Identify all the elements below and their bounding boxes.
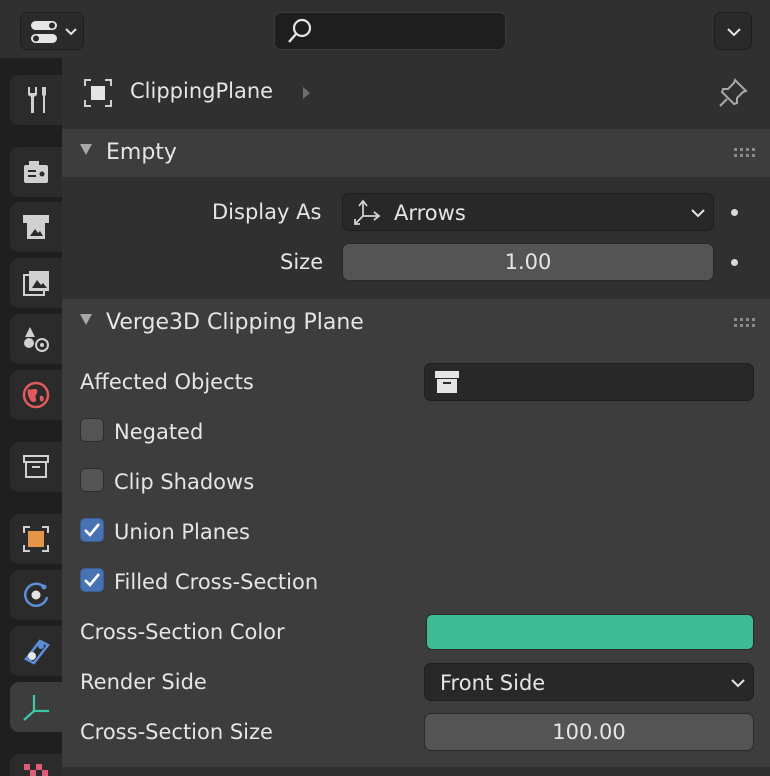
scene-icon <box>24 327 49 352</box>
pin-icon <box>719 78 748 107</box>
tab-object-data[interactable] <box>10 682 62 732</box>
properties-tab-bar <box>0 58 62 776</box>
tab-render[interactable] <box>10 147 62 197</box>
tab-output[interactable] <box>10 202 62 252</box>
clipping-section-body: Affected Objects Negated Clip Shadows Un… <box>62 347 770 767</box>
chevron-down-icon <box>731 679 745 688</box>
box-icon <box>23 455 49 478</box>
tab-object[interactable] <box>10 514 62 564</box>
clipping-section-header[interactable]: Verge3D Clipping Plane <box>62 299 770 347</box>
checker-icon <box>24 764 48 776</box>
properties-panel: ClippingPlane Empty Display As Arrows Si… <box>62 58 770 776</box>
collapse-triangle-icon <box>80 144 92 155</box>
negated-label[interactable]: Negated <box>114 420 203 444</box>
tab-constraints[interactable] <box>10 626 62 676</box>
tab-collection[interactable] <box>10 442 62 492</box>
empty-axes-icon <box>23 695 49 721</box>
negated-checkbox[interactable] <box>80 418 104 442</box>
options-dropdown-button[interactable] <box>714 12 752 50</box>
cross-section-size-field[interactable]: 100.00 <box>424 713 754 751</box>
render-side-label: Render Side <box>80 670 207 694</box>
tab-texture[interactable] <box>10 754 62 776</box>
breadcrumb: ClippingPlane <box>62 58 770 126</box>
printer-icon <box>23 215 49 239</box>
tab-world[interactable] <box>10 370 62 420</box>
render-side-dropdown[interactable]: Front Side <box>424 663 754 701</box>
editor-type-button[interactable] <box>20 12 84 50</box>
tab-tool[interactable] <box>10 75 62 125</box>
properties-header <box>0 0 770 58</box>
tab-physics[interactable] <box>10 570 62 620</box>
drag-grip-icon[interactable] <box>734 318 756 328</box>
clipping-section-title: Verge3D Clipping Plane <box>106 310 364 335</box>
keyframe-dot-size[interactable] <box>731 259 738 266</box>
checkmark-icon <box>84 523 101 537</box>
affected-objects-label: Affected Objects <box>80 370 254 394</box>
pin-button[interactable] <box>716 76 750 110</box>
clip-shadows-checkbox[interactable] <box>80 468 104 492</box>
globe-icon <box>22 381 50 409</box>
render-side-value: Front Side <box>440 671 546 695</box>
display-as-dropdown[interactable]: Arrows <box>342 193 714 231</box>
keyframe-dot-display-as[interactable] <box>731 209 738 216</box>
empty-object-icon <box>84 79 112 107</box>
constraint-icon <box>24 639 50 665</box>
drag-grip-icon[interactable] <box>734 148 756 158</box>
arrows-axes-icon <box>354 199 381 225</box>
object-square-icon <box>23 526 49 552</box>
checkmark-icon <box>84 573 101 587</box>
orbit-icon <box>23 582 49 607</box>
search-field[interactable] <box>274 12 506 50</box>
size-label: Size <box>280 250 324 274</box>
empty-section-header[interactable]: Empty <box>62 129 770 177</box>
cross-section-color-label: Cross-Section Color <box>80 620 285 644</box>
tab-scene[interactable] <box>10 314 62 364</box>
empty-section-body: Display As Arrows Size 1.00 <box>62 177 770 297</box>
size-field[interactable]: 1.00 <box>342 243 714 281</box>
affected-objects-field[interactable] <box>424 363 754 401</box>
wrench-screwdriver-icon <box>28 87 46 113</box>
collapse-triangle-icon <box>80 314 92 325</box>
tab-view-layer[interactable] <box>10 258 62 308</box>
cross-section-size-label: Cross-Section Size <box>80 720 273 744</box>
chevron-down-icon <box>727 28 741 37</box>
images-icon <box>23 271 49 296</box>
editor-type-icon <box>31 21 77 43</box>
collection-box-icon <box>435 371 459 393</box>
cross-section-color-swatch[interactable] <box>426 614 754 650</box>
chevron-down-icon <box>691 209 705 218</box>
camera-back-icon <box>24 161 48 183</box>
object-name: ClippingPlane <box>130 79 274 103</box>
breadcrumb-arrow-icon <box>303 87 310 99</box>
filled-cross-section-checkbox[interactable] <box>80 568 104 592</box>
filled-cross-section-label[interactable]: Filled Cross-Section <box>114 570 318 594</box>
display-as-label: Display As <box>212 200 322 224</box>
union-planes-label[interactable]: Union Planes <box>114 520 250 544</box>
union-planes-checkbox[interactable] <box>80 518 104 542</box>
clip-shadows-label[interactable]: Clip Shadows <box>114 470 254 494</box>
search-icon <box>288 18 312 43</box>
empty-section-title: Empty <box>106 140 177 165</box>
display-as-value: Arrows <box>394 201 466 225</box>
